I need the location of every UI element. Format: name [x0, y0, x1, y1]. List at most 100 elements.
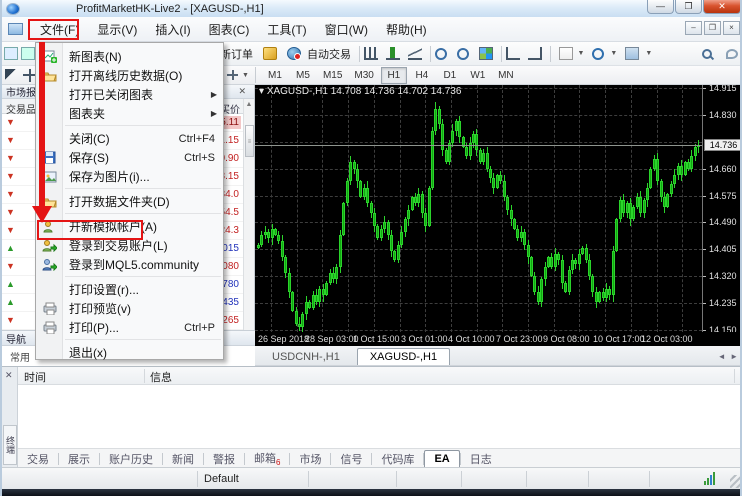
status-profile-cell[interactable]: Default: [198, 471, 309, 487]
timeframe-button-m15[interactable]: M15: [318, 67, 347, 84]
market-watch-close-icon[interactable]: ✕: [238, 86, 246, 97]
terminal-tab-0[interactable]: 交易: [18, 449, 58, 469]
chart-shift-icon[interactable]: [506, 47, 520, 60]
line-chart-mode-icon[interactable]: [408, 47, 422, 60]
scroll-up-icon[interactable]: ▲: [244, 99, 254, 110]
new-chart-icon[interactable]: [4, 47, 18, 60]
terminal-tab-5[interactable]: 邮箱6: [245, 448, 289, 469]
zoom-in-icon[interactable]: [435, 48, 447, 60]
draw-tools-caret[interactable]: ▼: [242, 72, 249, 79]
file-menu-item-label: 打开已关闭图表: [63, 86, 153, 103]
candlestick-mode-icon[interactable]: [386, 47, 400, 60]
draw-tools-icon[interactable]: [226, 69, 240, 82]
bar-chart-mode-icon[interactable]: [364, 47, 378, 60]
file-menu-item-10[interactable]: 登录到MQL5.community: [36, 255, 223, 274]
terminal-tab-2[interactable]: 账户历史: [100, 449, 162, 469]
menubar-item-2[interactable]: 插入(I): [146, 20, 199, 40]
chart-tab-xagusdh1[interactable]: XAGUSD-,H1: [357, 348, 450, 365]
timeframe-button-h4[interactable]: H4: [409, 67, 435, 84]
file-menu-item-3[interactable]: 图表夹▶: [36, 104, 223, 123]
file-menu-item-7[interactable]: 打开数据文件夹(D): [36, 192, 223, 211]
candle: [482, 153, 485, 162]
trend-down-icon: ▼: [6, 118, 15, 127]
child-minimize-button[interactable]: –: [685, 21, 702, 35]
mail-count-badge: 6: [276, 458, 280, 467]
terminal-side-tab[interactable]: 终端: [3, 425, 17, 465]
file-menu-item-label: 打开数据文件夹(D): [63, 193, 170, 210]
terminal-tab-1[interactable]: 展示: [59, 449, 99, 469]
file-menu-item-4[interactable]: 关闭(C)Ctrl+F4: [36, 129, 223, 148]
terminal-tab-10[interactable]: 日志: [461, 449, 501, 469]
chat-icon[interactable]: [726, 49, 738, 59]
close-button[interactable]: ✕: [703, 0, 741, 14]
terminal-side-strip: ✕ 终端: [2, 367, 18, 468]
time-axis[interactable]: 26 Sep 201828 Sep 03:001 Oct 15:003 Oct …: [255, 332, 742, 346]
timeframe-button-m1[interactable]: M1: [262, 67, 288, 84]
menubar-item-4[interactable]: 工具(T): [258, 20, 315, 40]
autotrading-button[interactable]: 自动交易: [283, 44, 355, 64]
cursor-icon[interactable]: [5, 69, 19, 82]
child-close-button[interactable]: ×: [723, 21, 740, 35]
tile-windows-icon[interactable]: [479, 47, 493, 60]
candle: [281, 241, 284, 257]
file-menu-item-13[interactable]: 打印(P)...Ctrl+P: [36, 318, 223, 337]
profiles-icon[interactable]: [21, 47, 35, 60]
minimize-button[interactable]: —: [647, 0, 674, 14]
timeframe-button-m5[interactable]: M5: [290, 67, 316, 84]
annotation-box-login-item: [37, 220, 143, 240]
file-menu-item-11[interactable]: 打印设置(r)...: [36, 280, 223, 299]
title-bar[interactable]: ProfitMarketHK-Live2 - [XAGUSD-,H1] — ❐ …: [2, 0, 742, 17]
chart-tab-usdcnhh1[interactable]: USDCNH-,H1: [259, 348, 353, 365]
candle: [680, 166, 683, 175]
status-bar: Default: [2, 467, 742, 489]
indicators-button[interactable]: +▼: [555, 45, 588, 62]
file-menu-item-6[interactable]: 保存为图片(i)...: [36, 167, 223, 186]
tab-scroll-arrows[interactable]: ◄ ►: [718, 352, 738, 361]
timeframe-button-d1[interactable]: D1: [437, 67, 463, 84]
terminal-tab-ea[interactable]: EA: [424, 450, 459, 468]
periods-button[interactable]: ▼: [588, 46, 621, 62]
message-column-header[interactable]: 信息: [150, 369, 172, 385]
file-menu-item-2[interactable]: 打开已关闭图表▶: [36, 85, 223, 104]
candle: [438, 109, 441, 125]
metaeditor-icon[interactable]: [263, 47, 277, 60]
time-tick-label: 28 Sep 03:00: [305, 334, 359, 344]
resize-grip[interactable]: [730, 475, 742, 488]
grid-line-v: [682, 85, 683, 332]
price-axis[interactable]: 14.91514.83014.66014.57514.49014.40514.3…: [702, 85, 742, 332]
terminal-tab-4[interactable]: 警报: [204, 449, 244, 469]
scrollbar-thumb[interactable]: ≡: [245, 125, 254, 157]
file-menu-item-14[interactable]: 退出(x): [36, 343, 223, 362]
market-watch-scrollbar[interactable]: ▲ ≡: [243, 99, 254, 330]
auto-scroll-icon[interactable]: [528, 47, 542, 60]
candle: [318, 289, 321, 302]
time-tick-label: 1 Oct 15:00: [353, 334, 400, 344]
timeframe-button-m30[interactable]: M30: [349, 67, 378, 84]
menubar-item-3[interactable]: 图表(C): [200, 20, 259, 40]
menubar-item-5[interactable]: 窗口(W): [316, 20, 377, 40]
menubar-item-6[interactable]: 帮助(H): [377, 20, 436, 40]
file-menu-item-5[interactable]: 保存(S)Ctrl+S: [36, 148, 223, 167]
terminal-tab-8[interactable]: 代码库: [372, 449, 423, 469]
terminal-header-row[interactable]: 时间 信息: [18, 367, 742, 385]
zoom-out-icon[interactable]: [457, 48, 469, 60]
child-restore-button[interactable]: ❐: [704, 21, 721, 35]
candlestick-plot[interactable]: ▾ XAGUSD-,H1 14.708 14.736 14.702 14.736: [255, 85, 702, 332]
restore-button[interactable]: ❐: [675, 0, 702, 14]
terminal-tab-3[interactable]: 新闻: [163, 449, 203, 469]
timeframe-button-w1[interactable]: W1: [465, 67, 491, 84]
file-menu-item-1[interactable]: 打开离线历史数据(O): [36, 66, 223, 85]
file-menu-item-12[interactable]: 打印预览(v): [36, 299, 223, 318]
templates-button[interactable]: ▼: [621, 45, 656, 62]
app-logo-icon: [6, 3, 20, 15]
menubar-item-1[interactable]: 显示(V): [88, 20, 146, 40]
price-tick-mark: [703, 249, 706, 250]
terminal-close-icon[interactable]: ✕: [5, 370, 13, 381]
timeframe-button-mn[interactable]: MN: [493, 67, 519, 84]
terminal-tab-6[interactable]: 市场: [290, 449, 330, 469]
terminal-tab-7[interactable]: 信号: [331, 449, 371, 469]
time-column-header[interactable]: 时间: [24, 369, 46, 385]
timeframe-button-h1[interactable]: H1: [381, 67, 407, 84]
chart-window-icon[interactable]: [8, 23, 23, 35]
file-menu-item-0[interactable]: 新图表(N): [36, 47, 223, 66]
